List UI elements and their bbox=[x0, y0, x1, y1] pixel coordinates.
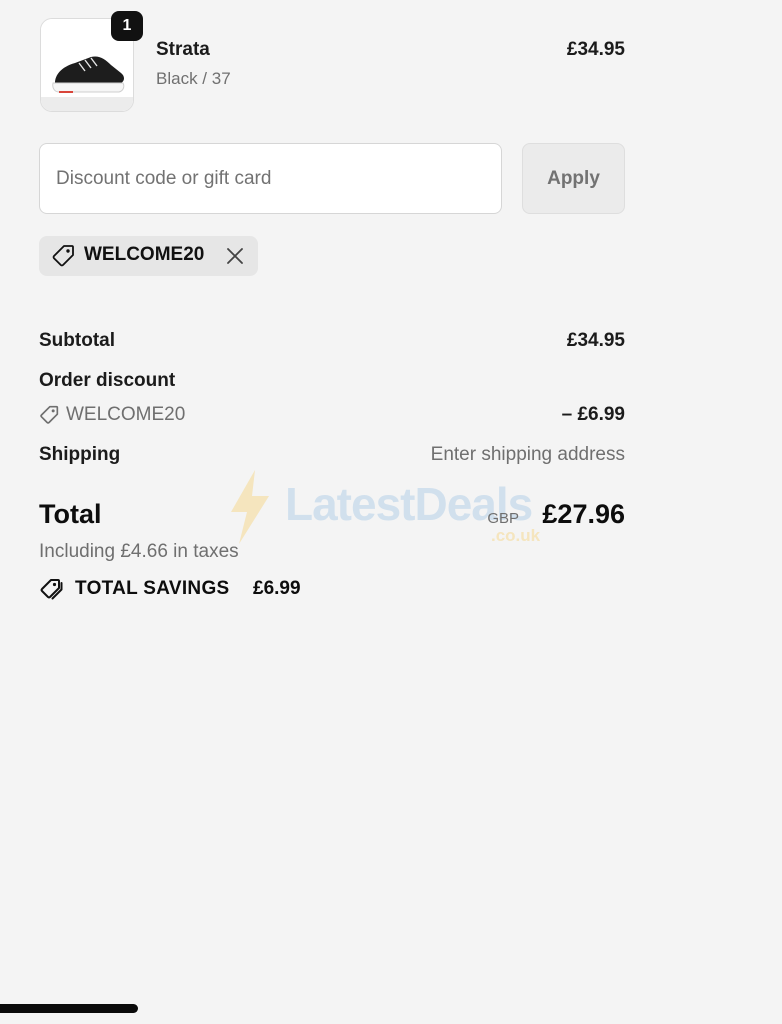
applied-discount-chip: WELCOME20 bbox=[39, 236, 258, 276]
product-name: Strata bbox=[156, 39, 210, 60]
order-discount-label: Order discount bbox=[39, 370, 176, 391]
line-item: 1 Strata Black / 37 £34.95 bbox=[40, 11, 625, 112]
discount-value: – £6.99 bbox=[561, 404, 625, 425]
home-indicator bbox=[0, 1004, 138, 1013]
watermark-logo: LatestDeals .co.uk bbox=[225, 468, 565, 548]
shipping-value: Enter shipping address bbox=[430, 444, 625, 465]
shipping-label: Shipping bbox=[39, 444, 121, 465]
total-label: Total bbox=[39, 499, 102, 529]
tag-icon bbox=[52, 245, 74, 267]
checkout-order-summary: 1 Strata Black / 37 £34.95 Apply WELCOME… bbox=[0, 0, 782, 1024]
watermark-domain: .co.uk bbox=[491, 526, 541, 545]
lightning-icon bbox=[231, 470, 269, 544]
currency-code: GBP bbox=[487, 510, 519, 527]
savings-amount: £6.99 bbox=[253, 578, 301, 599]
tag-icon bbox=[40, 405, 59, 424]
apply-button[interactable]: Apply bbox=[522, 143, 625, 214]
close-icon[interactable] bbox=[225, 246, 245, 266]
total-amount: £27.96 bbox=[542, 499, 625, 529]
product-price: £34.95 bbox=[566, 39, 625, 60]
subtotal-value: £34.95 bbox=[566, 330, 625, 351]
subtotal-label: Subtotal bbox=[39, 330, 115, 351]
savings-label: TOTAL SAVINGS bbox=[75, 578, 230, 599]
product-variant: Black / 37 bbox=[156, 69, 231, 88]
taxes-note: Including £4.66 in taxes bbox=[39, 541, 239, 562]
tags-icon bbox=[40, 579, 63, 600]
discount-code-name: WELCOME20 bbox=[66, 404, 186, 425]
applied-code-label: WELCOME20 bbox=[84, 244, 205, 265]
discount-code-input[interactable] bbox=[39, 143, 502, 214]
quantity-badge: 1 bbox=[111, 11, 143, 41]
